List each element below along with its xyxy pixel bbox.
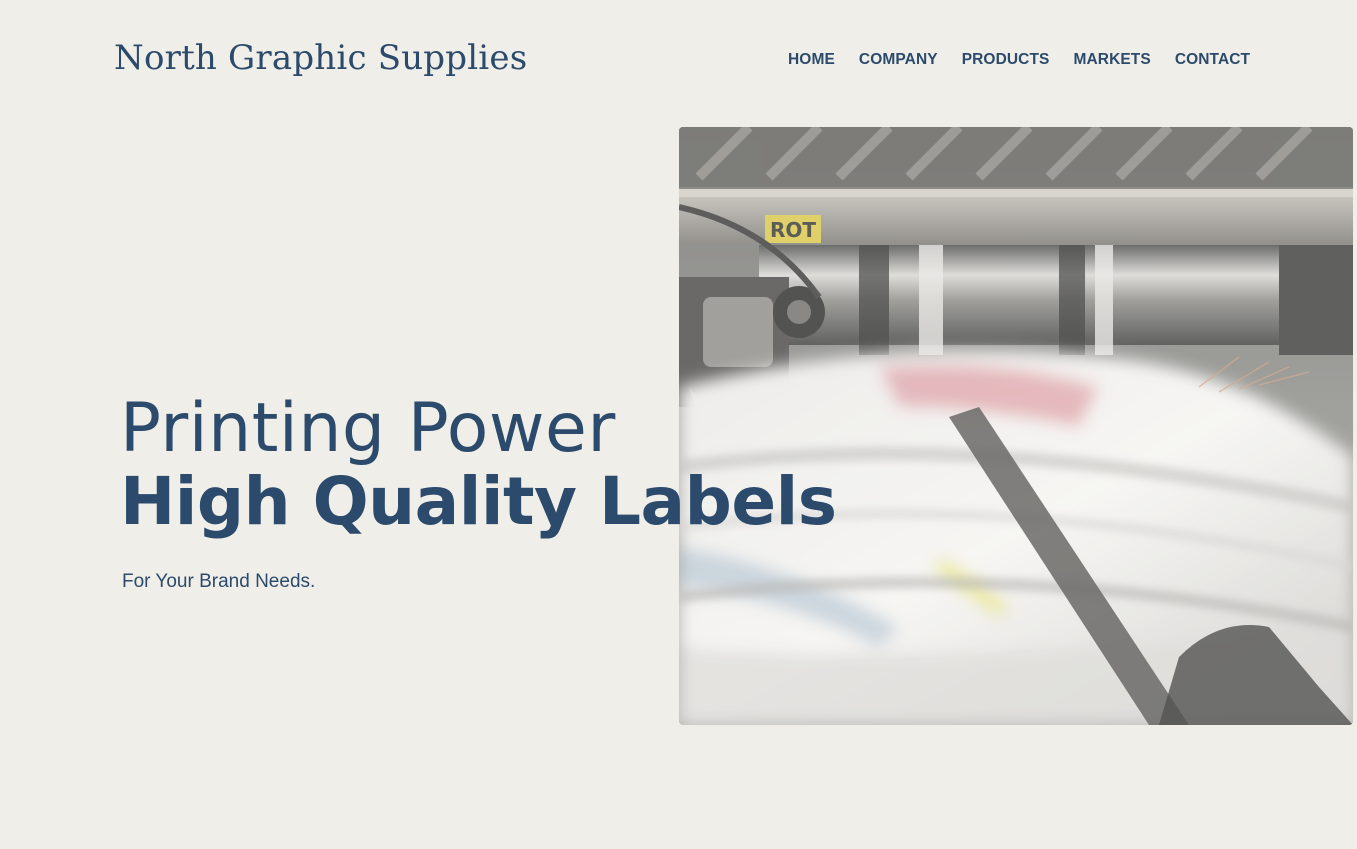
nav-products[interactable]: PRODUCTS xyxy=(962,51,1050,69)
nav-markets[interactable]: MARKETS xyxy=(1073,51,1150,69)
site-logo[interactable]: North Graphic Supplies xyxy=(114,38,527,78)
nav-home[interactable]: HOME xyxy=(788,51,835,69)
main-nav: HOME COMPANY PRODUCTS MARKETS CONTACT xyxy=(788,51,1250,69)
hero-heading-line1: Printing Power xyxy=(120,389,616,468)
nav-contact[interactable]: CONTACT xyxy=(1175,51,1250,69)
nav-company[interactable]: COMPANY xyxy=(859,51,938,69)
printing-press-illustration: ROT xyxy=(679,127,1353,725)
hero-heading-line2: High Quality Labels xyxy=(120,463,837,540)
hero-subtitle: For Your Brand Needs. xyxy=(122,571,316,592)
site-header: North Graphic Supplies HOME COMPANY PROD… xyxy=(0,0,1357,120)
hero-printing-press-image: ROT xyxy=(679,127,1353,725)
